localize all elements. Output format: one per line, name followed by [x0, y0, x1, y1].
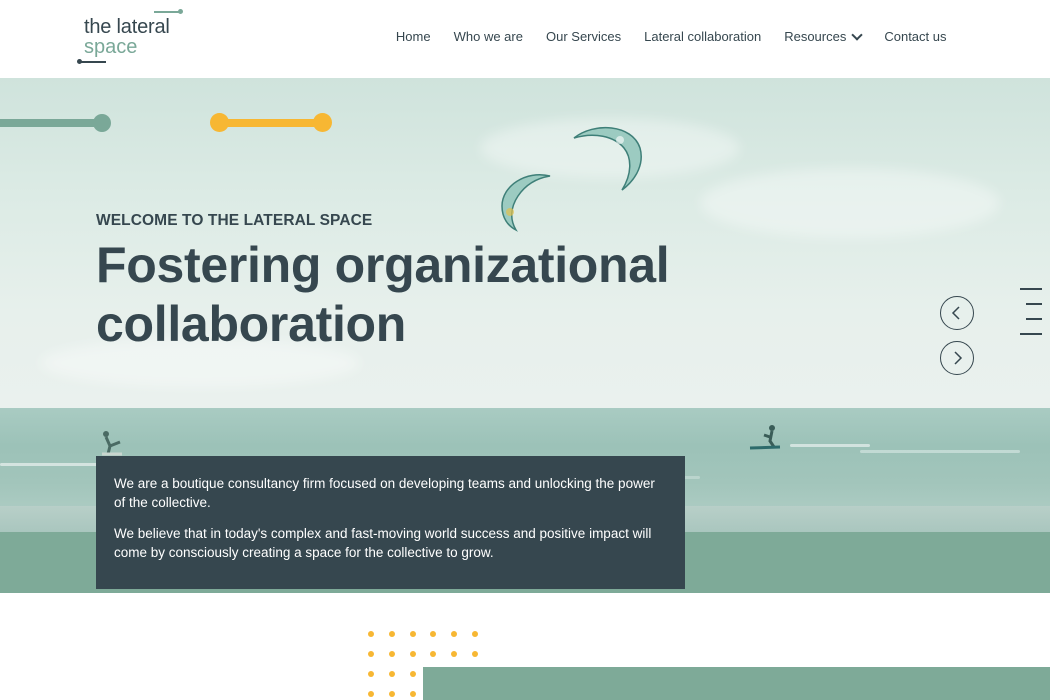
logo-decoration [154, 9, 183, 14]
decorative-dot [368, 651, 374, 657]
decorative-dot [409, 671, 416, 677]
slide-nav-bar[interactable] [1026, 303, 1042, 305]
decorative-dot [368, 671, 374, 677]
nav-label: Who we are [453, 29, 523, 44]
arrow-right-icon [954, 351, 963, 365]
slide-nav-bar[interactable] [1020, 333, 1042, 335]
kitesurfer-icon [102, 431, 122, 456]
nav-label: Home [395, 29, 431, 44]
chevron-down-icon [851, 29, 864, 41]
nav-our-services[interactable]: Our Services [534, 28, 632, 46]
nav-label: Our Services [545, 29, 622, 44]
nav-lateral-collaboration[interactable]: Lateral collaboration [633, 28, 773, 46]
decorative-dot [472, 651, 478, 657]
logo-decoration [77, 59, 106, 64]
slide-nav-bar[interactable] [1026, 318, 1042, 320]
decorative-dot [388, 671, 395, 677]
decorative-dot [472, 631, 478, 637]
nav-resources-dropdown[interactable]: Resources [773, 28, 873, 46]
decorative-dot [409, 651, 416, 657]
cloud [700, 168, 1000, 238]
decorative-dot [430, 631, 437, 637]
decorative-line-green [0, 119, 100, 127]
nav-home[interactable]: Home [384, 28, 442, 46]
main-nav: Home Who we are Our Services Lateral col… [384, 28, 958, 46]
decorative-dot [368, 691, 374, 697]
decorative-dot [388, 631, 395, 637]
slider-next-button[interactable] [940, 341, 974, 375]
decorative-dot [388, 691, 395, 697]
decorative-dot-yellow [210, 113, 229, 132]
hero-kicker: WELCOME TO THE LATERAL SPACE [96, 212, 373, 229]
intro-paragraph: We believe that in today's complex and f… [114, 526, 652, 560]
nav-label: Lateral collaboration [644, 29, 762, 44]
decorative-dot [388, 651, 395, 657]
slider-prev-button[interactable] [940, 296, 974, 330]
decorative-dot [451, 651, 458, 657]
kite-icon [573, 126, 642, 191]
nav-label: Contact us [884, 29, 947, 44]
kitesurfer-icon [749, 425, 781, 450]
logo-text-line2: space [84, 36, 138, 58]
site-header: the lateral space Home Who we are Our Se… [0, 0, 1050, 78]
decorative-dot [409, 691, 416, 697]
decorative-dot-green [93, 114, 111, 132]
slide-nav-bar[interactable] [1020, 288, 1042, 290]
nav-label: Resources [784, 29, 847, 44]
bottom-green-block [423, 667, 1050, 700]
decorative-dot [451, 631, 458, 637]
slide-nav-icon[interactable] [1020, 288, 1042, 348]
hero-headline: Fostering organizational collaboration [96, 237, 670, 352]
decorative-dot [409, 631, 416, 637]
decorative-line-yellow [215, 119, 325, 127]
decorative-dot [430, 651, 437, 657]
decorative-dot [368, 631, 374, 637]
hero-intro-box: We are a boutique consultancy firm focus… [96, 456, 685, 589]
nav-contact-us[interactable]: Contact us [873, 28, 958, 46]
brand-logo[interactable]: the lateral space [77, 8, 188, 68]
decorative-dot-yellow [313, 113, 332, 132]
wave [860, 450, 1020, 453]
wave [790, 444, 870, 447]
arrow-left-icon [951, 306, 960, 320]
intro-paragraph: We are a boutique consultancy firm focus… [114, 476, 655, 510]
kite-icon [501, 174, 551, 232]
nav-who-we-are[interactable]: Who we are [442, 28, 534, 46]
hero-section: WELCOME TO THE LATERAL SPACE Fostering o… [0, 78, 1050, 593]
